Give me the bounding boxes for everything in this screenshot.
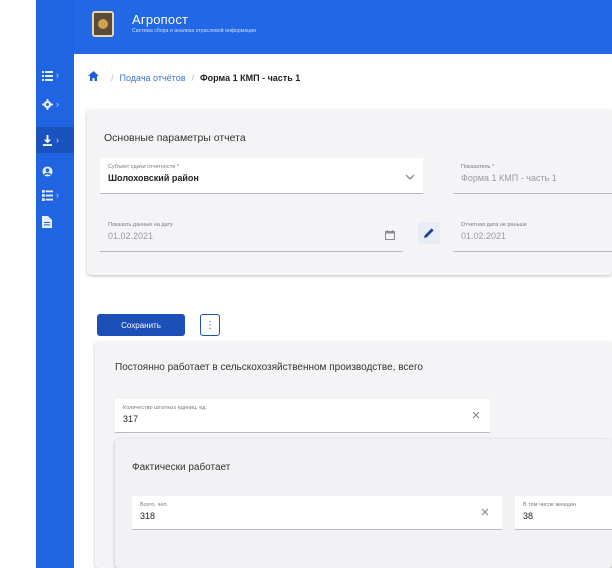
total-workers-input[interactable]: Всего, чел. 318	[132, 496, 502, 530]
sidebar-item-list[interactable]: ›	[36, 62, 74, 88]
breadcrumb-separator: /	[111, 72, 114, 83]
document-icon	[42, 216, 52, 228]
chevron-right-icon: ›	[56, 135, 59, 145]
params-title: Основные параметры отчета	[104, 132, 246, 144]
app-subtitle: Система сбора и анализа отраслевой инфор…	[132, 28, 256, 34]
breadcrumb-current: Форма 1 КМП - часть 1	[200, 72, 301, 83]
staff-units-value: 317	[123, 414, 139, 424]
edit-date-button[interactable]	[418, 222, 440, 244]
chevron-right-icon: ›	[56, 190, 59, 200]
report-date-label: Отчетная дата не раньше	[461, 222, 527, 228]
app-header: Агропост Система сбора и анализа отрасле…	[74, 0, 612, 54]
app-title: Агропост	[132, 12, 189, 27]
sidebar: › › › ›	[36, 0, 74, 568]
breadcrumb: / Подача отчётов / Форма 1 КМП - часть 1	[88, 71, 300, 84]
staff-units-label: Количество штатных единиц, ед.	[123, 405, 207, 411]
indicator-value: Форма 1 КМП - часть 1	[461, 173, 557, 183]
clear-icon[interactable]	[481, 508, 489, 519]
report-date-value: 01.02.2021	[461, 231, 507, 241]
list-icon	[42, 70, 53, 81]
date-on-field[interactable]: Показать данные на дату 01.02.2021	[100, 216, 403, 252]
gear-icon	[42, 98, 53, 110]
actual-work-card: Фактически работает Всего, чел. 318 В то…	[115, 439, 612, 568]
user-icon	[42, 165, 53, 177]
sidebar-item-documents[interactable]	[36, 209, 74, 235]
tasks-icon	[42, 189, 53, 201]
calendar-icon[interactable]	[385, 230, 395, 243]
date-on-value: 01.02.2021	[108, 231, 154, 241]
employment-section-card: Постоянно работает в сельскохозяйственно…	[95, 342, 612, 568]
home-icon[interactable]	[88, 71, 99, 84]
sidebar-item-upload[interactable]: ›	[36, 127, 74, 153]
pencil-icon	[424, 228, 434, 238]
date-on-label: Показать данные на дату	[108, 222, 173, 228]
chevron-right-icon: ›	[56, 70, 59, 80]
sidebar-item-settings[interactable]: ›	[36, 91, 74, 117]
clear-icon[interactable]	[472, 411, 480, 422]
more-options-button[interactable]: ⋮	[200, 314, 220, 336]
download-icon	[42, 134, 53, 146]
staff-units-input[interactable]: Количество штатных единиц, ед. 317	[115, 399, 490, 433]
subject-label: Субъект сдачи отчетности *	[108, 164, 179, 170]
report-date-field: Отчетная дата не раньше 01.02.2021	[453, 216, 612, 252]
app-window: › › › › Агропост Система сбора и анализа…	[0, 0, 612, 568]
sidebar-item-profile[interactable]	[36, 158, 74, 184]
breadcrumb-link-reports[interactable]: Подача отчётов	[120, 73, 186, 83]
subject-select[interactable]: Субъект сдачи отчетности * Шолоховский р…	[100, 158, 423, 194]
subject-value: Шолоховский район	[108, 173, 199, 183]
indicator-label: Показатель *	[461, 164, 495, 170]
breadcrumb-separator: /	[191, 72, 194, 83]
total-workers-value: 318	[140, 511, 156, 521]
women-workers-label: В том числе женщин	[523, 502, 576, 508]
report-params-card: Основные параметры отчета Субъект сдачи …	[87, 110, 612, 275]
indicator-field: Показатель * Форма 1 КМП - часть 1	[453, 158, 612, 194]
women-workers-input[interactable]: В том числе женщин 38	[515, 496, 612, 530]
sidebar-item-tasks[interactable]: ›	[36, 182, 74, 208]
coat-of-arms-logo	[92, 11, 114, 37]
employment-section-title: Постоянно работает в сельскохозяйственно…	[115, 362, 423, 373]
save-button[interactable]: Сохранить	[97, 314, 185, 336]
chevron-down-icon[interactable]	[405, 172, 415, 183]
women-workers-value: 38	[523, 511, 534, 521]
actual-work-title: Фактически работает	[132, 462, 231, 473]
chevron-right-icon: ›	[56, 99, 59, 109]
total-workers-label: Всего, чел.	[140, 502, 168, 508]
